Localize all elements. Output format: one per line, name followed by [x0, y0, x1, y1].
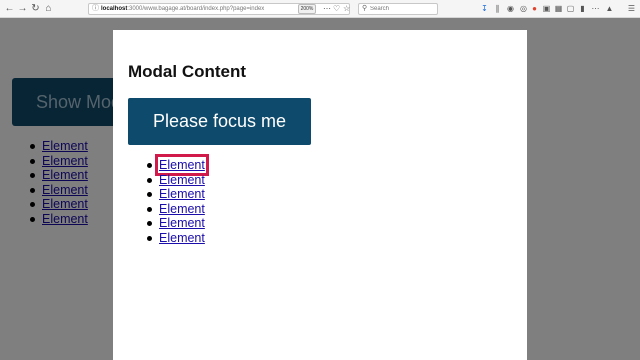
forward-icon[interactable]: → — [17, 3, 28, 14]
extension-circle-icon[interactable]: ◎ — [519, 4, 528, 13]
screenshot-icon[interactable]: ▢ — [566, 4, 575, 13]
element-link-focused[interactable]: Element — [155, 154, 209, 176]
list-item: Element — [147, 173, 205, 188]
search-icon: ⚲ — [362, 5, 368, 12]
bullet — [147, 206, 152, 212]
focus-me-button[interactable]: Please focus me — [128, 98, 311, 145]
element-link[interactable]: Element — [159, 231, 205, 245]
reload-icon[interactable]: ↻ — [30, 3, 41, 14]
list-item: Element — [147, 216, 205, 231]
zoom-level-badge[interactable]: 200% — [298, 4, 316, 14]
list-item-focused: Element — [147, 154, 209, 176]
bookmark-star-icon[interactable]: ☆ — [343, 3, 350, 15]
bullet — [147, 177, 152, 183]
home-icon[interactable]: ⌂ — [43, 3, 54, 14]
element-link[interactable]: Element — [159, 173, 205, 187]
menu-icon[interactable]: ☰ — [627, 4, 636, 13]
search-input[interactable] — [370, 5, 434, 13]
bullet — [147, 221, 152, 226]
list-item: Element — [147, 202, 205, 217]
download-icon[interactable]: ↧ — [480, 4, 489, 13]
bullet — [147, 192, 152, 197]
extension-dots-icon[interactable]: ⋯ — [591, 4, 600, 13]
page-viewport: Show Modal Element Element Element Eleme… — [0, 18, 640, 360]
tshirt-icon[interactable]: ▲ — [605, 4, 614, 13]
modal-title: Modal Content — [128, 62, 247, 81]
stop-extension-icon[interactable]: ● — [530, 4, 539, 13]
extension-square-icon[interactable]: ▣ — [542, 4, 551, 13]
extension-grid-icon[interactable]: ▦ — [554, 4, 563, 13]
pocket-icon[interactable]: ♡ — [333, 3, 340, 15]
list-item: Element — [147, 187, 205, 202]
element-link[interactable]: Element — [159, 187, 205, 201]
modal-dialog: Modal Content Please focus me Element El… — [113, 30, 527, 360]
search-bar[interactable]: ⚲ — [358, 3, 438, 15]
info-icon[interactable]: ⓘ — [92, 4, 99, 14]
bullet — [147, 163, 152, 168]
extension-bar-icon[interactable]: ▮ — [578, 4, 587, 13]
library-icon[interactable]: ∥ — [493, 4, 502, 13]
back-icon[interactable]: ← — [4, 3, 15, 14]
list-item: Element — [147, 231, 205, 246]
modal-link-list: Element Element Element Element Element … — [147, 154, 209, 246]
element-link[interactable]: Element — [159, 202, 205, 216]
url-text: localhost:3000/www.bagage.at/board/index… — [101, 6, 265, 12]
element-link[interactable]: Element — [159, 216, 205, 230]
reader-icon[interactable]: ◉ — [506, 4, 515, 13]
bullet — [147, 235, 152, 241]
browser-toolbar: ← → ↻ ⌂ ⓘ localhost:3000/www.bagage.at/b… — [0, 0, 640, 18]
more-actions-icon[interactable]: ⋯ — [323, 3, 331, 15]
